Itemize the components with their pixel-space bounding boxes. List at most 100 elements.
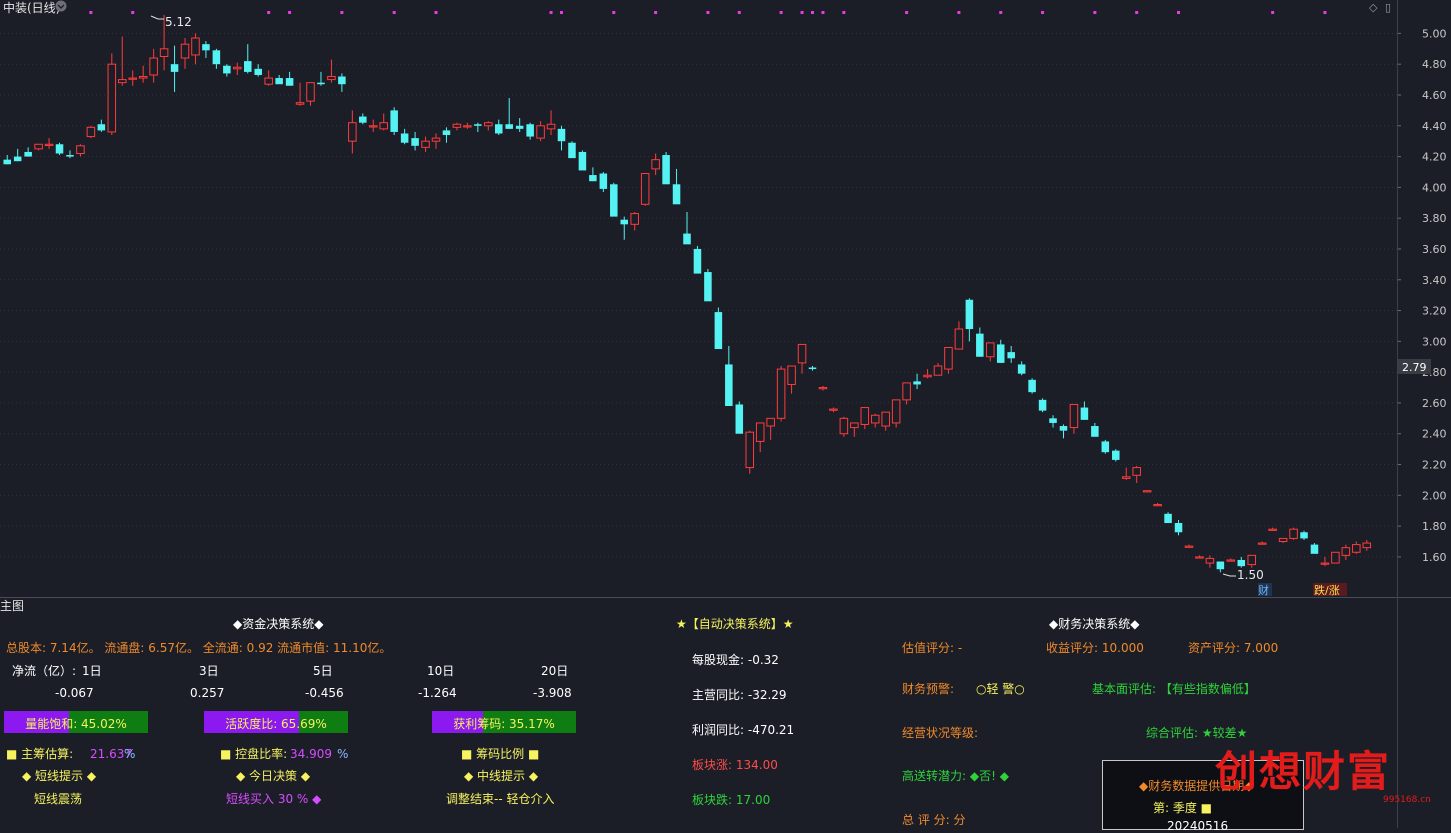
candle[interactable] (1320, 556, 1330, 567)
candlestick-chart[interactable]: 5.00 4.80 4.60 4.40 4.20 4.00 3.80 3.60 3.40 3.20… (0, 0, 1451, 598)
candle[interactable] (202, 41, 210, 59)
candle[interactable] (421, 136, 430, 152)
candle[interactable] (97, 119, 106, 132)
candle[interactable] (191, 33, 200, 65)
candle[interactable] (317, 71, 325, 86)
candle[interactable] (787, 365, 796, 394)
candle[interactable] (180, 38, 190, 69)
candle[interactable] (662, 151, 670, 185)
candle[interactable] (474, 122, 482, 132)
window-icon[interactable]: ▯ (1385, 1, 1391, 14)
candle[interactable] (1341, 544, 1351, 560)
candle[interactable] (505, 98, 513, 129)
candle[interactable] (578, 150, 587, 171)
candle[interactable] (766, 417, 775, 440)
candle[interactable] (526, 122, 534, 140)
candle[interactable] (379, 113, 388, 131)
candle[interactable] (944, 347, 953, 374)
candle[interactable] (1184, 544, 1194, 548)
candle[interactable] (557, 125, 566, 151)
candle[interactable] (640, 173, 650, 206)
candle[interactable] (1289, 527, 1298, 540)
candle[interactable] (965, 298, 974, 342)
candle[interactable] (860, 407, 870, 430)
candle[interactable] (1132, 466, 1141, 483)
candle[interactable] (996, 339, 1005, 363)
candle[interactable] (1059, 424, 1068, 439)
candle[interactable] (1352, 541, 1361, 554)
candle[interactable] (1174, 519, 1183, 536)
title-dropdown-icon[interactable] (55, 0, 67, 12)
candle[interactable] (1112, 449, 1120, 462)
candle[interactable] (118, 36, 127, 86)
candle[interactable] (1080, 401, 1089, 420)
candle[interactable] (693, 245, 702, 274)
candle[interactable] (1195, 555, 1204, 559)
candle[interactable] (442, 127, 451, 143)
candle[interactable] (776, 365, 786, 422)
candle[interactable] (295, 82, 305, 106)
candle[interactable] (24, 147, 32, 157)
candle[interactable] (976, 327, 984, 357)
candle[interactable] (223, 64, 231, 77)
candle[interactable] (138, 65, 148, 83)
candle[interactable] (452, 122, 462, 131)
candles-group[interactable] (3, 14, 1372, 573)
candle[interactable] (264, 70, 273, 86)
candle[interactable] (1153, 503, 1162, 507)
candle[interactable] (923, 369, 932, 379)
candle[interactable] (285, 71, 294, 86)
candle[interactable] (1362, 539, 1372, 551)
candle[interactable] (149, 48, 158, 83)
candle[interactable] (850, 422, 859, 437)
candle[interactable] (1049, 415, 1057, 428)
candle[interactable] (536, 121, 545, 142)
candle[interactable] (1007, 345, 1015, 363)
candle[interactable] (725, 345, 733, 407)
candle[interactable] (1101, 439, 1110, 454)
candle[interactable] (400, 128, 409, 145)
candle[interactable] (620, 216, 629, 240)
updown-marker[interactable]: 跌/涨 (1313, 583, 1347, 597)
candle[interactable] (1038, 398, 1047, 413)
candle[interactable] (818, 385, 828, 391)
candle[interactable] (1237, 556, 1246, 568)
candle[interactable] (86, 125, 96, 139)
candle[interactable] (306, 82, 315, 106)
candle[interactable] (672, 168, 681, 205)
candle[interactable] (515, 118, 524, 132)
candle[interactable] (1331, 551, 1340, 564)
candle[interactable] (1121, 467, 1131, 480)
candle[interactable] (1164, 512, 1172, 524)
candle[interactable] (599, 171, 608, 192)
diamond-icon[interactable]: ◇ (1369, 1, 1378, 14)
candle[interactable] (494, 119, 503, 136)
candle[interactable] (891, 399, 901, 428)
candle[interactable] (797, 343, 807, 374)
candle[interactable] (1268, 527, 1277, 531)
candle[interactable] (986, 342, 995, 362)
candle[interactable] (107, 53, 117, 136)
candle[interactable] (755, 422, 765, 453)
candle[interactable] (411, 131, 419, 151)
candle[interactable] (348, 110, 357, 154)
candle[interactable] (839, 416, 849, 437)
candle[interactable] (1278, 537, 1288, 544)
candle[interactable] (1300, 530, 1308, 540)
candle[interactable] (1216, 561, 1225, 573)
candle[interactable] (745, 430, 755, 474)
candle[interactable] (808, 365, 817, 371)
candle[interactable] (254, 64, 262, 77)
candle[interactable] (683, 212, 691, 245)
candle[interactable] (1257, 541, 1267, 545)
candle[interactable] (1142, 490, 1152, 493)
candle[interactable] (13, 148, 22, 162)
candle[interactable] (546, 110, 556, 136)
candle[interactable] (484, 121, 493, 131)
candle[interactable] (368, 119, 378, 132)
candle[interactable] (233, 62, 242, 75)
candle[interactable] (463, 122, 472, 129)
candle[interactable] (954, 321, 964, 350)
candle[interactable] (170, 45, 179, 92)
candle[interactable] (829, 407, 838, 413)
